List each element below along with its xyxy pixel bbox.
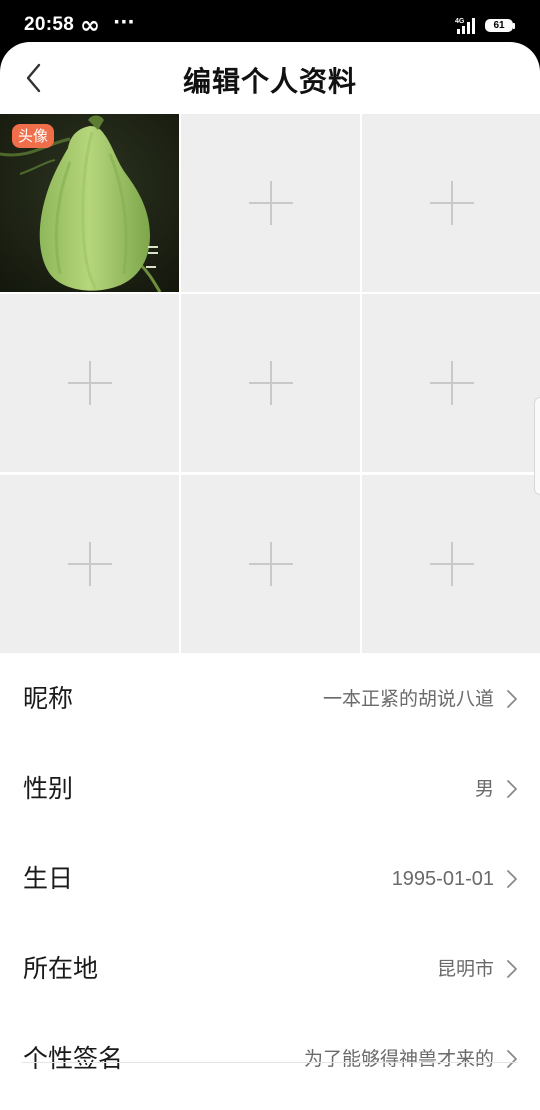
side-drawer-handle[interactable]	[534, 397, 540, 495]
photo-grid: 头像	[0, 114, 540, 654]
more-notifications-icon: ···	[113, 11, 135, 33]
add-photo-slot[interactable]	[181, 294, 360, 472]
add-photo-slot[interactable]	[181, 114, 360, 292]
gender-row[interactable]: 性别 男	[0, 744, 540, 834]
avatar-photo[interactable]: 头像	[0, 114, 179, 292]
battery-icon: 61	[485, 19, 513, 32]
plus-icon	[429, 181, 474, 225]
add-photo-slot[interactable]	[362, 294, 540, 472]
add-photo-slot[interactable]	[362, 114, 540, 292]
row-label: 昵称	[23, 684, 74, 713]
plus-icon	[67, 542, 112, 586]
edit-profile-page: 编辑个人资料 头像 昵称 一本正紧的胡说八道 性别 男 生日 1995-01-0…	[0, 42, 540, 1110]
gender-value: 男	[474, 778, 494, 800]
chevron-right-icon	[507, 780, 517, 798]
add-photo-slot[interactable]	[0, 475, 179, 653]
birthday-value: 1995-01-01	[391, 868, 494, 890]
avatar-badge: 头像	[12, 124, 55, 148]
plus-icon	[248, 361, 293, 405]
chevron-right-icon	[507, 870, 517, 888]
add-photo-slot[interactable]	[0, 294, 179, 472]
signal-icon: 4G	[455, 18, 475, 34]
row-label: 生日	[23, 864, 74, 893]
nickname-value: 一本正紧的胡说八道	[322, 688, 494, 710]
network-type-label: 4G	[455, 18, 465, 25]
chevron-right-icon	[507, 960, 517, 978]
plus-icon	[429, 361, 474, 405]
signature-row[interactable]: 个性签名 为了能够得神兽才来的	[0, 1014, 540, 1104]
header: 编辑个人资料	[0, 42, 540, 114]
page-title: 编辑个人资料	[182, 65, 357, 98]
chevron-right-icon	[507, 690, 517, 708]
status-bar: 20:58 ∞ ··· 4G 61	[0, 0, 540, 44]
location-value: 昆明市	[436, 958, 494, 980]
add-photo-slot[interactable]	[181, 475, 360, 653]
list-divider	[22, 1062, 518, 1063]
birthday-row[interactable]: 生日 1995-01-01	[0, 834, 540, 924]
plus-icon	[248, 181, 293, 225]
chevron-right-icon	[507, 1050, 517, 1068]
plus-icon	[429, 542, 474, 586]
nickname-row[interactable]: 昵称 一本正紧的胡说八道	[0, 654, 540, 744]
status-time: 20:58	[24, 14, 75, 35]
row-label: 性别	[23, 774, 74, 803]
battery-level: 61	[493, 20, 505, 31]
infinity-icon: ∞	[80, 11, 100, 39]
battery-tip	[513, 23, 515, 29]
plus-icon	[67, 361, 112, 405]
row-label: 个性签名	[23, 1044, 124, 1073]
location-row[interactable]: 所在地 昆明市	[0, 924, 540, 1014]
profile-fields-list: 昵称 一本正紧的胡说八道 性别 男 生日 1995-01-01 所在地 昆明市	[0, 654, 540, 1104]
row-label: 所在地	[23, 954, 99, 983]
signature-value: 为了能够得神兽才来的	[303, 1048, 494, 1070]
plus-icon	[248, 542, 293, 586]
add-photo-slot[interactable]	[362, 475, 540, 653]
